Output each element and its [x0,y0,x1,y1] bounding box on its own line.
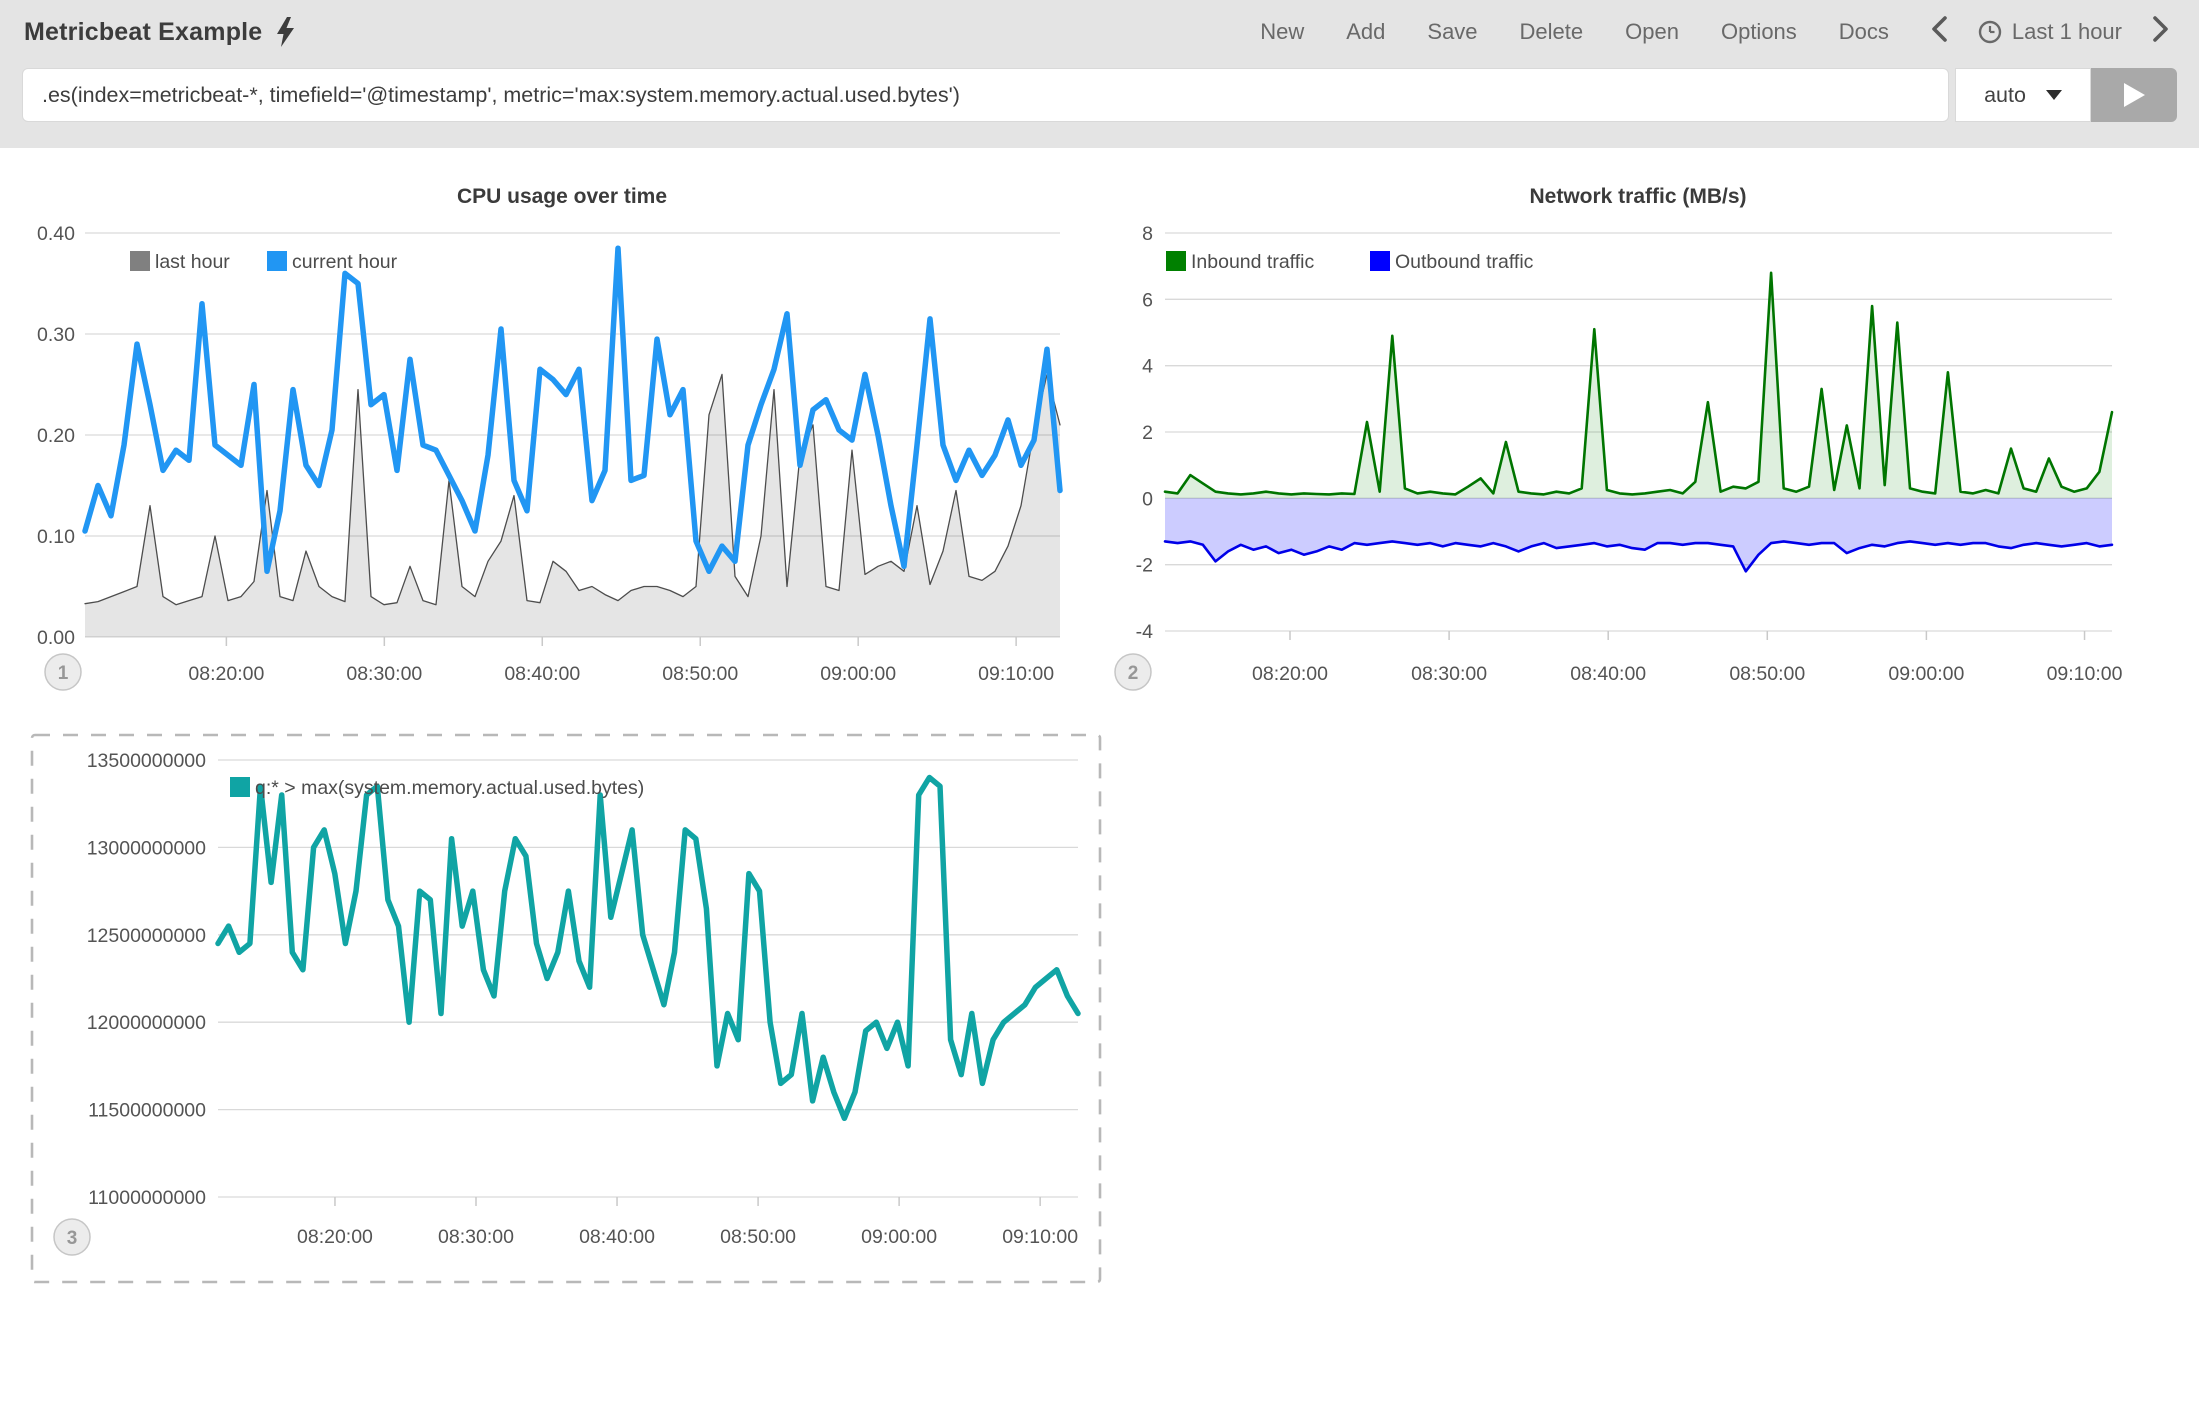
chevron-right-icon[interactable] [2152,16,2169,48]
x-axis-label: 08:30:00 [438,1226,514,1248]
y-axis-label: 0 [1142,488,1153,510]
gridlines: 8 6 4 2 0 -2 -4 [1136,223,2112,643]
series-line [218,778,1078,1119]
x-axis: 08:20:00 08:30:00 08:40:00 08:50:00 09:00:00… [297,1197,1078,1248]
run-query-button[interactable] [2091,68,2177,122]
y-axis-label: -4 [1136,621,1153,643]
x-axis-label: 08:30:00 [1411,663,1487,685]
chart-number-badge: 1 [45,654,81,690]
clock-icon [1978,20,2002,44]
y-axis-label: 8 [1142,223,1153,245]
time-picker-label[interactable]: Last 1 hour [2012,19,2122,45]
cpu-usage-chart[interactable]: 0.40 0.30 0.20 0.10 0.00 08:20:00 08:30:00 08:4… [0,155,1120,730]
gridlines: 13500000000 13000000000 12500000000 1200000… [87,750,1078,1209]
x-axis-label: 08:50:00 [720,1226,796,1248]
x-axis-label: 08:50:00 [1729,663,1805,685]
y-axis-label: -2 [1136,555,1153,577]
series-fill [1165,498,2112,571]
y-axis-label: 0.40 [37,223,75,245]
chart-title: CPU usage over time [457,185,667,208]
y-axis-label: 11000000000 [88,1187,206,1209]
y-axis-label: 0.30 [37,324,75,346]
series-fill [85,374,1060,637]
menu-item-new[interactable]: New [1260,19,1304,45]
y-axis-label: 4 [1142,356,1153,378]
x-axis-label: 09:00:00 [861,1226,937,1248]
title-row: Metricbeat Example New Add Save Delete Open O… [0,0,2199,58]
series-fill [1165,273,2112,499]
legend-label: Outbound traffic [1395,251,1534,273]
query-row: auto [22,68,2177,122]
y-axis-label: 2 [1142,422,1153,444]
x-axis-label: 08:20:00 [1252,663,1328,685]
chevron-down-icon [2046,90,2062,100]
x-axis-label: 09:10:00 [2047,663,2123,685]
menu-item-docs[interactable]: Docs [1839,19,1889,45]
series-0 [1165,273,2112,499]
timelion-query-input[interactable] [22,68,1949,122]
x-axis-label: 08:50:00 [662,663,738,685]
x-axis-label: 08:40:00 [579,1226,655,1248]
chart-number-badge: 2 [1115,654,1151,690]
page-title: Metricbeat Example [24,18,262,47]
y-axis-label: 12000000000 [87,1012,206,1034]
time-picker[interactable]: Last 1 hour [1978,19,2122,45]
x-axis-label: 09:10:00 [978,663,1054,685]
legend-swatch [1166,251,1186,271]
legend-label: current hour [292,251,398,273]
toolbar-menu: New Add Save Delete Open Options Docs [1260,19,1889,45]
memory-usage-chart[interactable]: 13500000000 13000000000 12500000000 1200000… [20,725,1120,1305]
y-axis-label: 13000000000 [87,837,206,859]
legend-swatch [230,777,250,797]
x-axis-label: 08:30:00 [346,663,422,685]
x-axis-label: 08:20:00 [188,663,264,685]
legend-swatch [130,251,150,271]
x-axis-label: 08:20:00 [297,1226,373,1248]
chart-title: Network traffic (MB/s) [1529,185,1746,208]
y-axis-label: 13500000000 [87,750,206,772]
time-navigation: Last 1 hour [1931,16,2169,48]
y-axis-label: 12500000000 [87,925,206,947]
legend: Inbound traffic Outbound traffic [1166,251,1534,273]
chevron-left-icon[interactable] [1931,16,1948,48]
x-axis: 08:20:00 08:30:00 08:40:00 08:50:00 09:00:00… [1252,631,2123,685]
y-axis-label: 0.20 [37,425,75,447]
y-axis-label: 6 [1142,289,1153,311]
series-line [1165,273,2112,495]
menu-item-add[interactable]: Add [1346,19,1385,45]
legend: last hour current hour [130,251,398,273]
legend: q:* > max(system.memory.actual.used.byte… [230,777,644,799]
series-1 [1165,498,2112,571]
x-axis-label: 08:40:00 [1570,663,1646,685]
menu-item-options[interactable]: Options [1721,19,1797,45]
y-axis-label: 0.00 [37,627,75,649]
y-axis-label: 11500000000 [88,1100,206,1122]
x-axis-label: 09:00:00 [1888,663,1964,685]
menu-item-open[interactable]: Open [1625,19,1679,45]
menu-item-delete[interactable]: Delete [1520,19,1584,45]
top-bar: Metricbeat Example New Add Save Delete Open O… [0,0,2199,148]
network-traffic-chart[interactable]: 8 6 4 2 0 -2 -4 08:20:00 08:30:00 08:40:00 08:50:0… [1095,155,2199,730]
series-0 [85,374,1060,637]
y-axis-label: 0.10 [37,526,75,548]
interval-select[interactable]: auto [1955,68,2091,122]
legend-label: Inbound traffic [1191,251,1314,273]
legend-label: q:* > max(system.memory.actual.used.byte… [255,777,644,799]
series-0 [218,778,1078,1119]
x-axis-label: 08:40:00 [504,663,580,685]
x-axis-label: 09:10:00 [1002,1226,1078,1248]
badge-number: 3 [67,1228,78,1249]
x-axis-label: 09:00:00 [820,663,896,685]
legend-swatch [1370,251,1390,271]
interval-value: auto [1984,83,2026,108]
legend-swatch [267,251,287,271]
play-icon [2121,81,2147,109]
chart-number-badge: 3 [54,1219,90,1255]
lightning-bolt-icon [276,17,295,47]
badge-number: 1 [58,663,69,684]
x-axis: 08:20:00 08:30:00 08:40:00 08:50:00 09:00:00… [188,637,1054,685]
legend-label: last hour [155,251,230,273]
badge-number: 2 [1128,663,1139,684]
menu-item-save[interactable]: Save [1427,19,1477,45]
